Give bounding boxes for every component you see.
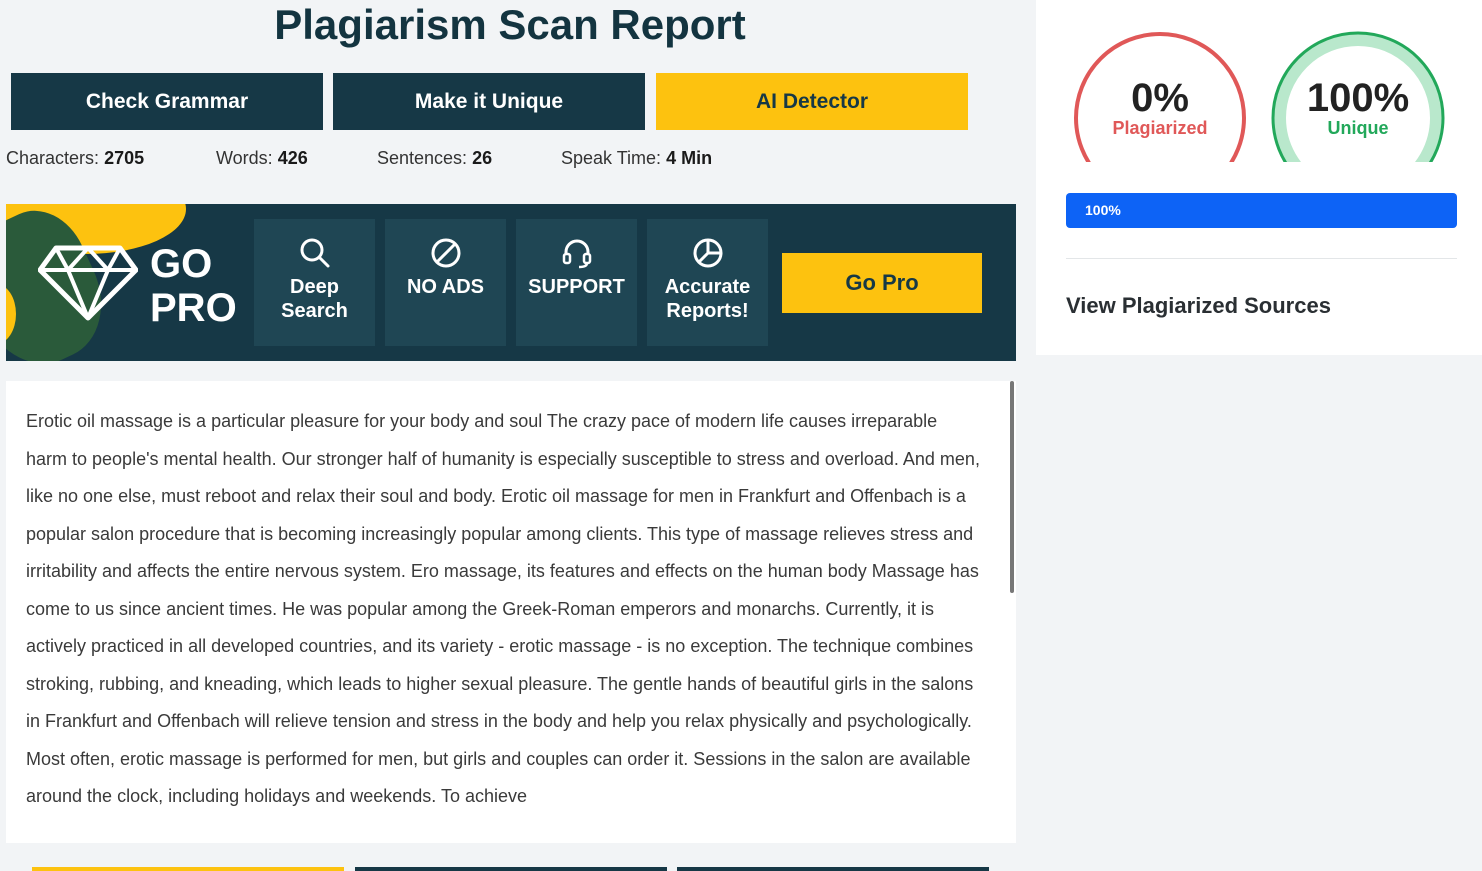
scrollbar-thumb[interactable] bbox=[1010, 381, 1014, 593]
bottom-button-yellow[interactable] bbox=[32, 867, 344, 871]
plagiarized-gauge: 0% Plagiarized bbox=[1072, 30, 1248, 162]
plagiarized-percent: 0% bbox=[1131, 76, 1189, 120]
results-panel: 0% Plagiarized 100% Unique 100% View Pla… bbox=[1036, 0, 1482, 355]
go-pro-heading: GO PRO bbox=[150, 242, 237, 330]
plagiarized-label: Plagiarized bbox=[1112, 118, 1208, 138]
stat-words: Words: 426 bbox=[216, 148, 308, 168]
go-pro-button[interactable]: Go Pro bbox=[782, 253, 982, 313]
make-unique-button[interactable]: Make it Unique bbox=[333, 73, 645, 130]
view-plagiarized-sources-link[interactable]: View Plagiarized Sources bbox=[1066, 293, 1331, 319]
page-title: Plagiarism Scan Report bbox=[274, 1, 746, 48]
no-ads-icon bbox=[431, 238, 460, 268]
unique-percent: 100% bbox=[1306, 76, 1410, 120]
headset-icon bbox=[562, 239, 591, 269]
stat-characters: Characters: 2705 bbox=[6, 148, 145, 168]
diamond-icon bbox=[38, 245, 138, 321]
pie-chart-icon bbox=[693, 238, 722, 268]
scanned-text-panel[interactable]: Erotic oil massage is a particular pleas… bbox=[6, 381, 1016, 843]
bottom-button-dark[interactable] bbox=[677, 867, 989, 871]
text-stats: Characters: 2705 Words: 426 Sentences: 2… bbox=[6, 148, 806, 170]
stat-speak-time: Speak Time: 4 Min bbox=[561, 148, 713, 168]
check-grammar-button[interactable]: Check Grammar bbox=[11, 73, 323, 130]
feature-deep-search: Deep Search bbox=[254, 219, 375, 346]
feature-support: SUPPORT bbox=[516, 219, 637, 346]
unique-label: Unique bbox=[1327, 118, 1389, 138]
feature-no-ads: NO ADS bbox=[385, 219, 506, 346]
stat-sentences: Sentences: 26 bbox=[377, 148, 493, 168]
ai-detector-button[interactable]: AI Detector bbox=[656, 73, 968, 130]
search-icon bbox=[300, 238, 329, 268]
bottom-button-dark[interactable] bbox=[355, 867, 667, 871]
go-pro-banner: GO PRO Deep Search NO ADS SUPPORT Accura… bbox=[6, 204, 1016, 361]
scanned-text: Erotic oil massage is a particular pleas… bbox=[26, 411, 980, 806]
unique-gauge: 100% Unique bbox=[1270, 30, 1446, 162]
divider bbox=[1066, 258, 1457, 259]
uniqueness-progress-bar: 100% bbox=[1066, 193, 1457, 228]
feature-accurate-reports: Accurate Reports! bbox=[647, 219, 768, 346]
